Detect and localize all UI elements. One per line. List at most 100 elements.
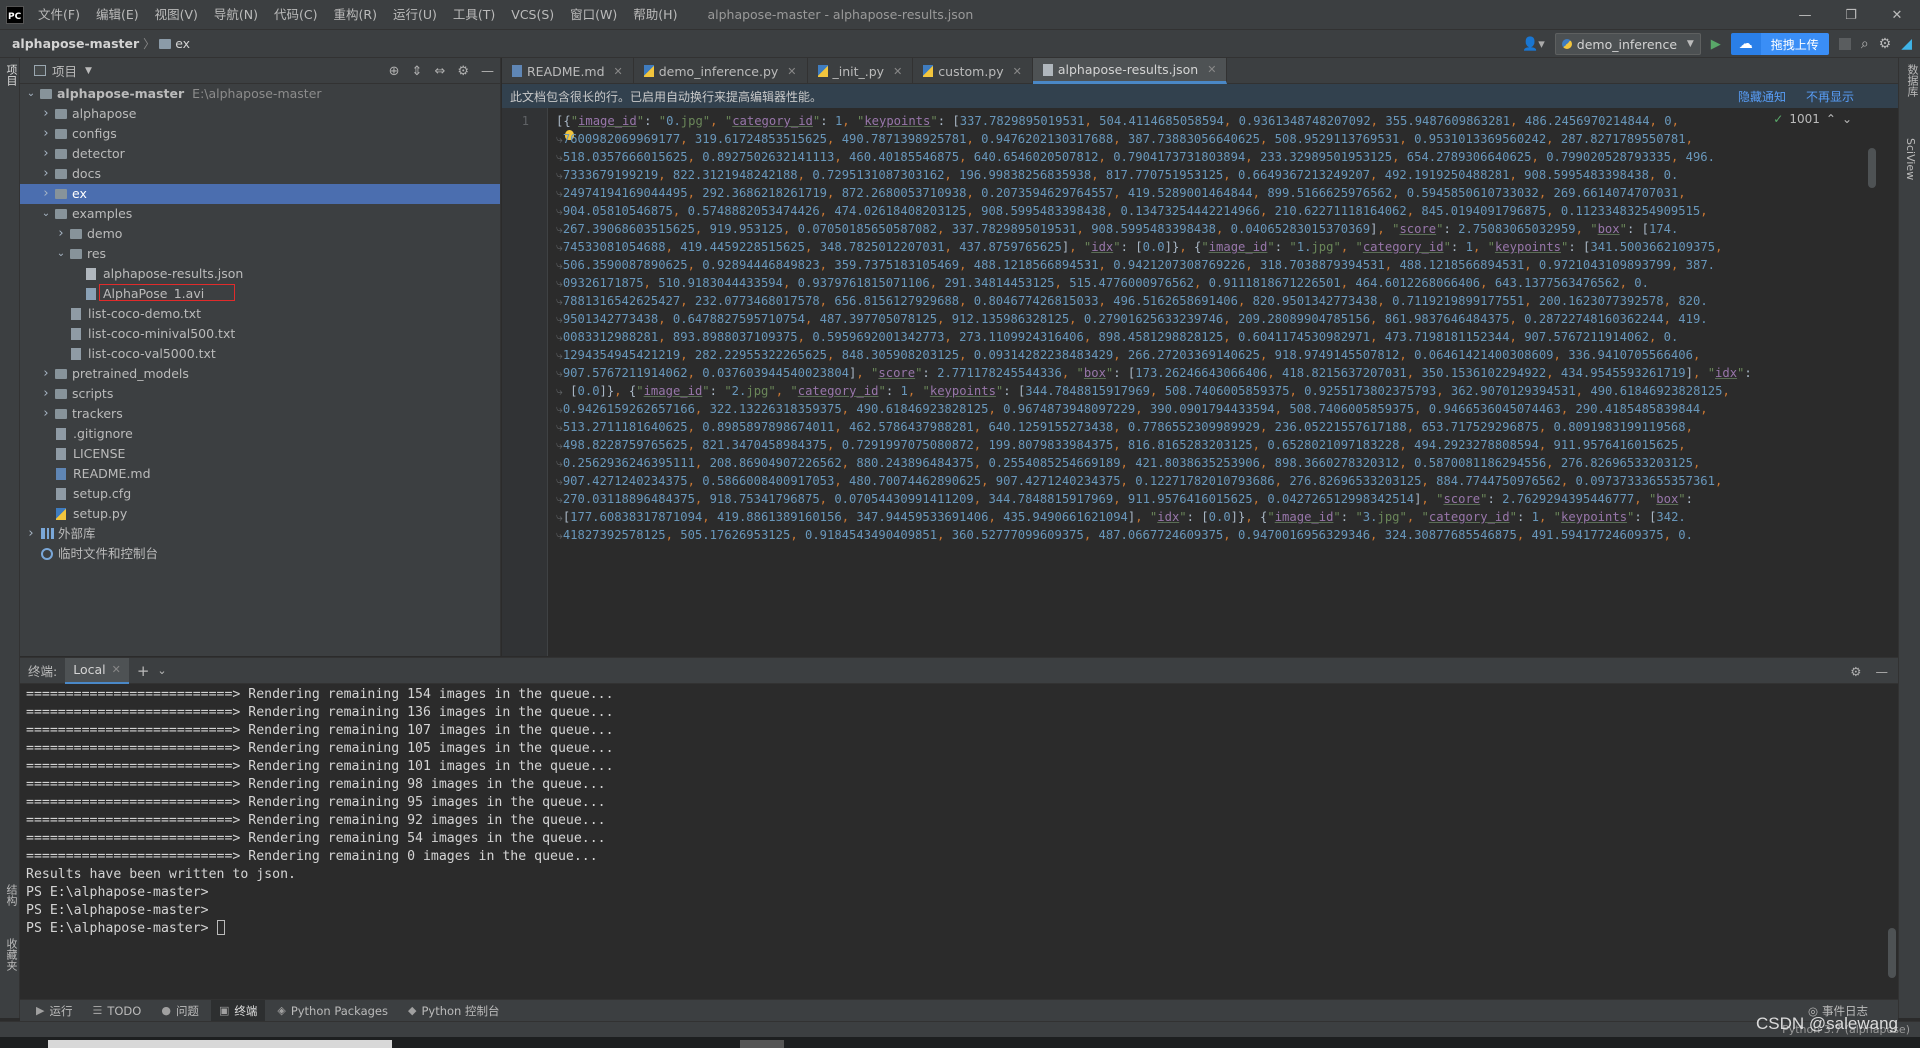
menu-item[interactable]: 重构(R) <box>326 0 385 30</box>
tree-item[interactable]: › 外部库 <box>20 524 500 544</box>
sciview-tool-window-tab[interactable]: SciView <box>1904 138 1917 180</box>
chevron-down-icon[interactable]: ⌄ <box>26 84 36 104</box>
menu-item[interactable]: 窗口(W) <box>562 0 625 30</box>
breadcrumb-project[interactable]: alphapose-master <box>12 36 139 51</box>
chevron-down-icon[interactable]: ⌄ <box>41 204 51 224</box>
tree-item[interactable]: ⌄ alphapose-master E:\alphapose-master <box>20 84 500 104</box>
settings-gear-icon[interactable]: ⚙ <box>457 64 469 79</box>
settings-gear-icon[interactable]: ⚙ <box>1879 36 1892 52</box>
chevron-right-icon[interactable]: › <box>41 184 51 204</box>
menu-item[interactable]: 导航(N) <box>206 0 266 30</box>
chevron-right-icon[interactable]: › <box>41 144 51 164</box>
hide-notification-link[interactable]: 隐藏通知 <box>1738 88 1786 105</box>
project-tool-window-tab[interactable]: 项目 <box>3 64 19 86</box>
editor-tab[interactable]: alphapose-results.json ✕ <box>1032 58 1228 84</box>
editor-scrollbar[interactable] <box>1868 148 1876 188</box>
hide-panel-icon[interactable]: — <box>481 64 494 79</box>
chevron-right-icon[interactable]: › <box>56 224 66 244</box>
terminal-scrollbar[interactable] <box>1888 928 1896 978</box>
tree-item[interactable]: list-coco-minival500.txt <box>20 324 500 344</box>
tool-window-button[interactable]: ▶ 运行 <box>28 1000 80 1022</box>
inspection-widget[interactable]: ✓ 1001 ⌃ ⌄ <box>1773 112 1852 126</box>
chevron-right-icon[interactable]: › <box>41 124 51 144</box>
editor-tab[interactable]: custom.py ✕ <box>913 58 1033 84</box>
tree-item[interactable]: › pretrained_models <box>20 364 500 384</box>
close-tab-icon[interactable]: ✕ <box>893 65 902 78</box>
close-tab-icon[interactable]: ✕ <box>1013 65 1022 78</box>
tree-item[interactable]: setup.cfg <box>20 484 500 504</box>
menu-item[interactable]: 代码(C) <box>266 0 325 30</box>
tree-item[interactable]: › ex <box>20 184 500 204</box>
chevron-right-icon[interactable]: › <box>41 164 51 184</box>
chevron-right-icon[interactable]: › <box>41 364 51 384</box>
tree-item[interactable]: AlphaPose_1.avi <box>20 284 500 304</box>
tree-item[interactable]: › configs <box>20 124 500 144</box>
tree-item[interactable]: .gitignore <box>20 424 500 444</box>
run-configuration-select[interactable]: demo_inference ▼ <box>1554 33 1701 55</box>
hide-panel-icon[interactable]: — <box>1876 664 1889 679</box>
tree-item[interactable]: list-coco-val5000.txt <box>20 344 500 364</box>
close-icon[interactable]: ✕ <box>112 663 121 676</box>
tree-item[interactable]: › trackers <box>20 404 500 424</box>
restore-button[interactable]: ❐ <box>1828 0 1874 30</box>
tree-item[interactable]: ⌄ res <box>20 244 500 264</box>
editor-tab[interactable]: demo_inference.py ✕ <box>634 58 808 84</box>
chevron-up-icon[interactable]: ⌃ <box>1826 112 1836 126</box>
menu-item[interactable]: 运行(U) <box>385 0 445 30</box>
close-window-button[interactable]: ✕ <box>1874 0 1920 30</box>
database-tool-window-tab[interactable]: 数据库 <box>1904 64 1920 97</box>
close-tab-icon[interactable]: ✕ <box>787 65 796 78</box>
tool-window-button[interactable]: ◈ Python Packages <box>269 1000 396 1022</box>
editor-tab[interactable]: README.md ✕ <box>502 58 634 84</box>
tree-item[interactable]: › alphapose <box>20 104 500 124</box>
chevron-down-icon[interactable]: ▼ <box>85 66 92 76</box>
tool-window-button[interactable]: ▣ 终端 <box>210 999 266 1022</box>
code-content[interactable]: [{"image_id": "0.jpg", "category_id": 1,… <box>556 112 1856 544</box>
favorites-tool-window-tab[interactable]: 收藏夹 <box>3 938 19 971</box>
tree-item[interactable]: setup.py <box>20 504 500 524</box>
chevron-right-icon[interactable]: › <box>41 404 51 424</box>
tree-item[interactable]: list-coco-demo.txt <box>20 304 500 324</box>
tool-window-button[interactable]: ◆ Python 控制台 <box>400 1000 508 1022</box>
chevron-down-icon[interactable]: ⌄ <box>56 244 66 264</box>
jetbrains-toolbox-icon[interactable]: ◢ <box>1901 36 1912 52</box>
close-tab-icon[interactable]: ✕ <box>1207 63 1216 76</box>
expand-all-icon[interactable]: ⇕ <box>412 64 423 79</box>
vcs-user-icon[interactable]: 👤▾ <box>1522 37 1545 52</box>
terminal-output[interactable]: ==========================> Rendering re… <box>26 686 614 938</box>
collapse-all-icon[interactable]: ⇔ <box>434 64 445 79</box>
tree-item[interactable]: › demo <box>20 224 500 244</box>
stop-icon[interactable] <box>1838 38 1851 50</box>
run-icon[interactable]: ▶ <box>1711 37 1721 52</box>
chevron-right-icon[interactable]: › <box>41 384 51 404</box>
terminal-tab-local[interactable]: Local ✕ <box>65 657 129 684</box>
chevron-right-icon[interactable]: › <box>41 104 51 124</box>
tool-window-button[interactable]: ☰ TODO <box>84 1000 149 1022</box>
chevron-down-icon[interactable]: ⌄ <box>157 664 166 677</box>
tool-window-button[interactable]: ● 问题 <box>153 1000 207 1022</box>
menu-item[interactable]: 编辑(E) <box>88 0 147 30</box>
tree-item[interactable]: 临时文件和控制台 <box>20 544 500 564</box>
menu-item[interactable]: 视图(V) <box>147 0 206 30</box>
settings-gear-icon[interactable]: ⚙ <box>1850 664 1861 679</box>
menu-item[interactable]: VCS(S) <box>503 0 562 30</box>
tree-item[interactable]: alphapose-results.json <box>20 264 500 284</box>
tree-item[interactable]: › detector <box>20 144 500 164</box>
tree-item[interactable]: › docs <box>20 164 500 184</box>
close-tab-icon[interactable]: ✕ <box>614 65 623 78</box>
project-panel-title[interactable]: 项目 <box>52 61 77 80</box>
menu-item[interactable]: 工具(T) <box>445 0 503 30</box>
dont-show-again-link[interactable]: 不再显示 <box>1806 88 1854 105</box>
locate-file-icon[interactable]: ⊕ <box>389 64 400 79</box>
chevron-right-icon[interactable]: › <box>26 524 36 544</box>
add-terminal-icon[interactable]: + <box>137 662 150 680</box>
code-editor[interactable]: 1 [{"image_id": "0.jpg", "category_id": … <box>502 108 1898 656</box>
tree-item[interactable]: LICENSE <box>20 444 500 464</box>
tree-item[interactable]: ⌄ examples <box>20 204 500 224</box>
tree-item[interactable]: README.md <box>20 464 500 484</box>
editor-tab[interactable]: _init_.py ✕ <box>808 58 914 84</box>
search-icon[interactable]: ⌕ <box>1861 36 1869 52</box>
menu-item[interactable]: 帮助(H) <box>625 0 685 30</box>
tree-item[interactable]: › scripts <box>20 384 500 404</box>
upload-widget[interactable]: ☁ 拖拽上传 <box>1730 33 1829 55</box>
